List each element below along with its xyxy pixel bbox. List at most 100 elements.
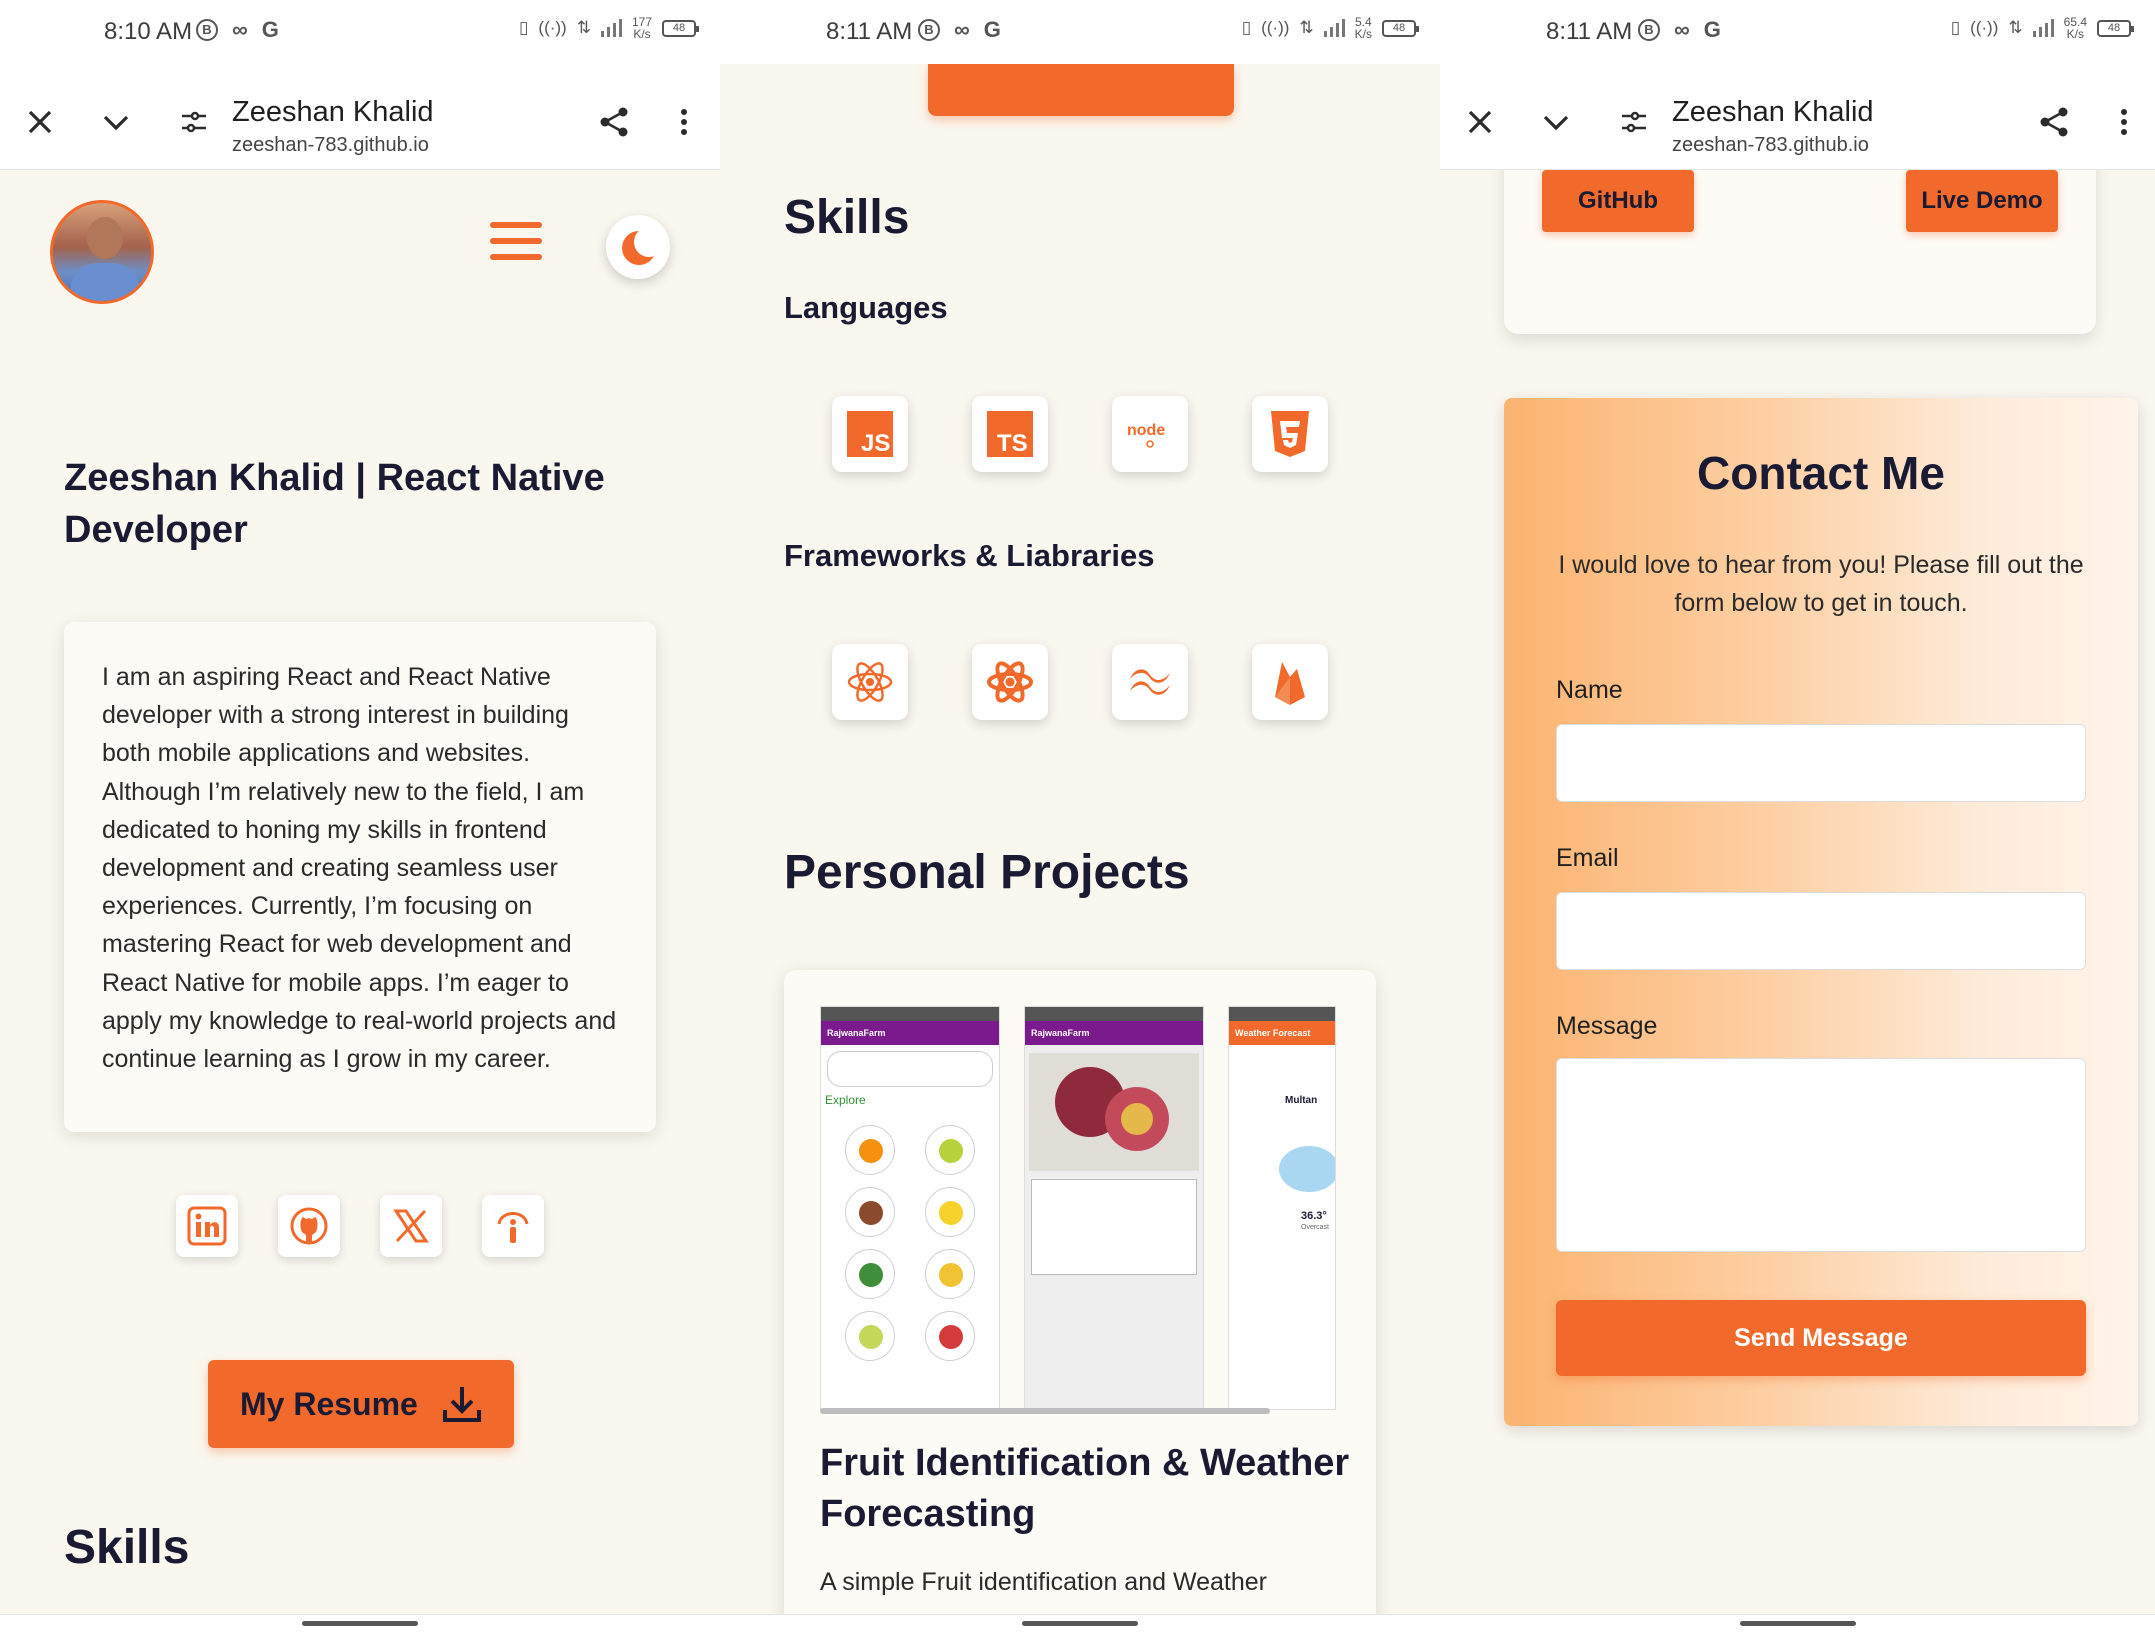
skill-tile-react-native bbox=[972, 644, 1048, 720]
data-arrows-icon: ⇅ bbox=[2008, 18, 2023, 37]
page-url[interactable]: zeeshan-783.github.io bbox=[232, 134, 429, 157]
project-card: RajwanaFarm Explore RajwanaFarm Weather … bbox=[784, 970, 1376, 1640]
app-header: Weather Forecast bbox=[1229, 1021, 1335, 1045]
status-time: 8:11 AM bbox=[826, 18, 913, 45]
site-settings-icon[interactable] bbox=[176, 104, 212, 140]
share-icon[interactable] bbox=[596, 104, 632, 140]
email-label: Email bbox=[1556, 844, 1619, 872]
resume-button-label: My Resume bbox=[240, 1386, 418, 1422]
project-screenshot[interactable]: Weather Forecast Multan 36.3° Overcast bbox=[1228, 1006, 1336, 1410]
fruit-orange-icon bbox=[845, 1125, 895, 1175]
hotspot-icon: ((·)) bbox=[1970, 18, 1999, 37]
battery-icon: 48 bbox=[662, 19, 699, 37]
status-time: 8:10 AM bbox=[104, 18, 193, 45]
page-url[interactable]: zeeshan-783.github.io bbox=[1672, 134, 1869, 157]
live-demo-button[interactable]: Live Demo bbox=[1906, 170, 2058, 232]
skill-tile-html5 bbox=[1252, 396, 1328, 472]
chevron-down-icon[interactable] bbox=[1538, 104, 1574, 140]
message-label: Message bbox=[1556, 1012, 1658, 1040]
gesture-handle[interactable] bbox=[1740, 1621, 1856, 1626]
notification-b-icon: B bbox=[196, 19, 218, 41]
app-header: RajwanaFarm bbox=[1025, 1021, 1203, 1045]
infinity-icon: ∞ bbox=[954, 17, 970, 42]
resume-button[interactable] bbox=[928, 64, 1234, 116]
data-arrows-icon: ⇅ bbox=[1299, 18, 1314, 37]
gesture-handle[interactable] bbox=[302, 1621, 418, 1626]
share-icon[interactable] bbox=[2036, 104, 2072, 140]
close-icon[interactable] bbox=[1462, 104, 1498, 140]
page-title: Zeeshan Khalid bbox=[1672, 96, 1874, 128]
fruit-mango-icon bbox=[925, 1249, 975, 1299]
page-title: Zeeshan Khalid bbox=[232, 96, 434, 128]
net-speed: 5.4 K/s bbox=[1354, 15, 1372, 41]
name-field[interactable] bbox=[1556, 724, 2086, 802]
weather-condition: Overcast bbox=[1301, 1224, 1330, 1231]
screen-home: 8:10 AM B ∞ G ▯ ((·)) ⇅ 177 K/s 48 Zeesh… bbox=[0, 0, 720, 1640]
hero-title: Zeeshan Khalid | React Native Developer bbox=[64, 457, 605, 551]
status-bar: 8:11 AM B ∞ G ▯ ((·)) ⇅ 5.4 K/s 48 bbox=[720, 0, 1440, 64]
screen-contact: 8:11 AM B ∞ G ▯ ((·)) ⇅ 65.4 K/s 48 Zees… bbox=[1440, 0, 2155, 1640]
project-screenshot[interactable]: RajwanaFarm Explore bbox=[820, 1006, 1000, 1410]
html5-icon bbox=[1271, 411, 1309, 457]
skill-tile-nodejs: node bbox=[1112, 396, 1188, 472]
typescript-icon: TS bbox=[987, 411, 1033, 457]
screenshots-scrollbar[interactable] bbox=[820, 1408, 1270, 1414]
skill-tile-javascript: JS bbox=[832, 396, 908, 472]
more-vert-icon[interactable] bbox=[2106, 104, 2142, 140]
javascript-icon: JS bbox=[847, 411, 893, 457]
gesture-handle[interactable] bbox=[1022, 1621, 1138, 1626]
browser-toolbar: Zeeshan Khalid zeeshan-783.github.io bbox=[0, 64, 720, 170]
download-icon bbox=[443, 1387, 481, 1422]
vibrate-icon: ▯ bbox=[519, 18, 529, 37]
svg-text:TS: TS bbox=[997, 430, 1028, 457]
google-icon: G bbox=[1703, 17, 1721, 42]
fruit-dates-icon bbox=[845, 1187, 895, 1237]
signal-icon bbox=[600, 19, 622, 37]
avatar[interactable] bbox=[50, 200, 154, 304]
chevron-down-icon[interactable] bbox=[98, 104, 134, 140]
net-speed: 65.4 K/s bbox=[2063, 15, 2087, 41]
github-button[interactable]: GitHub bbox=[1542, 170, 1694, 232]
notification-b-icon: B bbox=[918, 19, 940, 41]
fruit-banana-icon bbox=[925, 1187, 975, 1237]
linkedin-link[interactable] bbox=[176, 1195, 238, 1257]
close-icon[interactable] bbox=[22, 104, 58, 140]
message-field[interactable] bbox=[1556, 1058, 2086, 1252]
firebase-icon bbox=[1275, 662, 1305, 705]
screen-skills-projects: 8:11 AM B ∞ G ▯ ((·)) ⇅ 5.4 K/s 48 Skill… bbox=[720, 0, 1440, 1640]
name-label: Name bbox=[1556, 676, 1623, 704]
skill-tile-firebase bbox=[1252, 644, 1328, 720]
project-title: Fruit Identification & Weather Forecasti… bbox=[820, 1442, 1350, 1535]
passion-fruit-image bbox=[1029, 1053, 1199, 1171]
contact-subtitle: I would love to hear from you! Please fi… bbox=[1558, 551, 2084, 617]
skill-tile-tailwind bbox=[1112, 644, 1188, 720]
email-field[interactable] bbox=[1556, 892, 2086, 970]
status-time: 8:11 AM bbox=[1546, 18, 1633, 45]
project-screenshot[interactable]: RajwanaFarm bbox=[1024, 1006, 1204, 1410]
more-vert-icon[interactable] bbox=[666, 104, 702, 140]
about-text: I am an aspiring React and React Native … bbox=[102, 663, 617, 1074]
skills-heading: Skills bbox=[64, 1521, 190, 1574]
explore-label: Explore bbox=[825, 1093, 866, 1107]
about-card: I am an aspiring React and React Native … bbox=[64, 622, 656, 1132]
frameworks-heading: Frameworks & Liabraries bbox=[784, 538, 1155, 573]
vibrate-icon: ▯ bbox=[1241, 18, 1252, 37]
send-message-button[interactable]: Send Message bbox=[1556, 1300, 2086, 1376]
fruit-pear-icon bbox=[845, 1311, 895, 1361]
theme-toggle-button[interactable] bbox=[606, 215, 670, 279]
tailwind-icon bbox=[1130, 669, 1170, 695]
languages-heading: Languages bbox=[784, 290, 948, 325]
battery-icon: 48 bbox=[2097, 19, 2134, 37]
github-link[interactable] bbox=[278, 1195, 340, 1257]
fruit-guava-icon bbox=[925, 1125, 975, 1175]
site-settings-icon[interactable] bbox=[1616, 104, 1652, 140]
cloud-icon bbox=[1279, 1146, 1335, 1192]
skills-heading: Skills bbox=[784, 191, 910, 244]
menu-icon[interactable] bbox=[490, 222, 542, 262]
x-twitter-link[interactable] bbox=[380, 1195, 442, 1257]
browser-toolbar: Zeeshan Khalid zeeshan-783.github.io bbox=[1440, 64, 2155, 170]
resume-button[interactable]: My Resume bbox=[208, 1360, 514, 1448]
hotspot-icon: ((·)) bbox=[538, 18, 567, 37]
project-description: A simple Fruit identification and Weathe… bbox=[820, 1568, 1267, 1596]
info-link[interactable] bbox=[482, 1195, 544, 1257]
